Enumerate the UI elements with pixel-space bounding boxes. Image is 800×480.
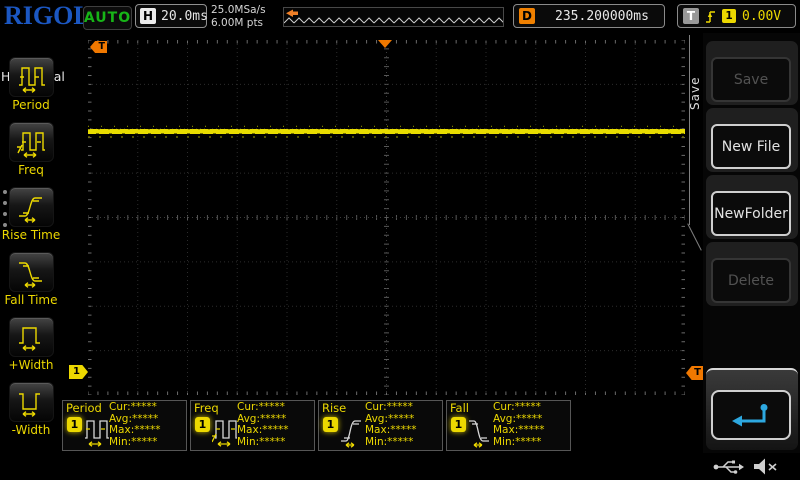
measurement-panel-period[interactable]: Period 1 Cur:***** Avg:***** Max:***** M… bbox=[62, 400, 187, 451]
delay-value: 235.200000ms bbox=[545, 9, 659, 24]
memory-position-bar[interactable] bbox=[283, 7, 504, 27]
run-status-label: AUTO bbox=[84, 10, 131, 26]
measurement-values: Cur:***** Avg:***** Max:***** Min:***** bbox=[109, 402, 187, 449]
horizontal-delay-box[interactable]: D 235.200000ms bbox=[513, 4, 665, 28]
measure-item-freq-label: Freq bbox=[0, 163, 62, 177]
channel1-ground-marker[interactable]: 1 bbox=[69, 365, 88, 379]
rigol-logo: RIGOL bbox=[4, 1, 91, 31]
softkey-cell-new-file: New File bbox=[706, 108, 798, 172]
menu-tab-outline-notch bbox=[687, 223, 702, 250]
trigger-badge: T bbox=[683, 8, 699, 24]
usb-icon bbox=[712, 457, 746, 476]
memory-trigger-arrow-icon bbox=[285, 9, 299, 18]
top-status-bar: RIGOL AUTO H 20.0ms 25.0MSa/s 6.00M pts bbox=[0, 0, 800, 33]
trigger-source-badge: 1 bbox=[722, 9, 736, 23]
measure-item-period-label: Period bbox=[0, 98, 62, 112]
timebase-value: 20.0ms bbox=[161, 9, 208, 24]
channel1-waveform-trace bbox=[88, 129, 685, 134]
measurement-panel-fall[interactable]: Fall 1 Cur:***** Avg:***** Max:***** Min… bbox=[446, 400, 571, 451]
sample-rate: 25.0MSa/s bbox=[211, 4, 266, 17]
fall-time-icon bbox=[16, 256, 48, 288]
menu-tab-title: Save bbox=[688, 58, 703, 110]
delete-button[interactable]: Delete bbox=[711, 258, 791, 303]
measure-item-pos-width[interactable] bbox=[9, 317, 54, 357]
measurement-name: Fall bbox=[450, 401, 469, 415]
menu-page-dot bbox=[3, 223, 7, 227]
softkey-cell-save: Save bbox=[706, 41, 798, 105]
freq-icon bbox=[212, 412, 238, 450]
horizontal-badge: H bbox=[140, 8, 156, 24]
measure-item-period[interactable] bbox=[9, 57, 54, 97]
save-button[interactable]: Save bbox=[711, 57, 791, 102]
waveform-display-grid bbox=[88, 40, 685, 395]
delay-badge: D bbox=[519, 8, 535, 24]
menu-page-dot bbox=[3, 212, 7, 216]
waveform-preview-icon bbox=[284, 14, 503, 27]
menu-page-dot bbox=[3, 190, 7, 194]
measure-item-rise-time-label: Rise Time bbox=[0, 228, 62, 242]
acquisition-info: 25.0MSa/s 6.00M pts bbox=[211, 4, 266, 29]
oscilloscope-screen: RIGOL AUTO H 20.0ms 25.0MSa/s 6.00M pts bbox=[0, 0, 800, 480]
plus-width-icon bbox=[16, 321, 48, 353]
softkey-cell-delete: Delete bbox=[706, 242, 798, 306]
measurement-cur: Cur:***** bbox=[493, 402, 571, 414]
channel-status-bar: 1 18.2 V 2 5.00 V bbox=[0, 453, 800, 480]
horizontal-timebase-box[interactable]: H 20.0ms bbox=[135, 4, 207, 28]
measurement-channel-badge: 1 bbox=[67, 417, 82, 432]
speaker-muted-icon bbox=[752, 456, 779, 477]
measurement-channel-badge: 1 bbox=[323, 417, 338, 432]
measure-item-rise-time[interactable] bbox=[9, 187, 54, 227]
measure-item-fall-time[interactable] bbox=[9, 252, 54, 292]
run-status-badge: AUTO bbox=[83, 6, 132, 30]
measurement-min: Min:***** bbox=[237, 437, 315, 449]
measurement-cur: Cur:***** bbox=[109, 402, 187, 414]
measurement-min: Min:***** bbox=[109, 437, 187, 449]
measure-item-pos-width-label: +Width bbox=[0, 358, 62, 372]
measurement-min: Min:***** bbox=[493, 437, 571, 449]
measurement-values: Cur:***** Avg:***** Max:***** Min:***** bbox=[493, 402, 571, 449]
measurement-channel-badge: 1 bbox=[195, 417, 210, 432]
measurement-cur: Cur:***** bbox=[237, 402, 315, 414]
freq-icon bbox=[16, 126, 48, 158]
fall-icon bbox=[468, 412, 494, 450]
measure-item-freq[interactable] bbox=[9, 122, 54, 162]
measurement-panel-freq[interactable]: Freq 1 Cur:***** Avg:***** Max:***** Min… bbox=[190, 400, 315, 451]
memory-depth: 6.00M pts bbox=[211, 17, 266, 30]
trigger-position-marker[interactable] bbox=[378, 40, 392, 48]
new-folder-button[interactable]: NewFolder bbox=[711, 191, 791, 236]
period-icon bbox=[16, 61, 48, 93]
measurement-cur: Cur:***** bbox=[365, 402, 443, 414]
trigger-level-value: 0.00V bbox=[742, 9, 781, 24]
trigger-status-box[interactable]: T 1 0.00V bbox=[677, 4, 796, 28]
left-measure-menu: Horizontal Period Freq Rise Time Fall Ti… bbox=[0, 33, 62, 453]
measure-item-neg-width-label: -Width bbox=[0, 423, 62, 437]
new-file-button[interactable]: New File bbox=[711, 124, 791, 169]
measurement-channel-badge: 1 bbox=[451, 417, 466, 432]
measure-item-fall-time-label: Fall Time bbox=[0, 293, 62, 307]
minus-width-icon bbox=[16, 386, 48, 418]
rising-edge-icon bbox=[705, 8, 716, 25]
menu-return-button[interactable] bbox=[711, 390, 791, 440]
softkey-cell-return bbox=[706, 368, 798, 450]
measurement-min: Min:***** bbox=[365, 437, 443, 449]
menu-page-dot bbox=[3, 201, 7, 205]
period-icon bbox=[84, 412, 110, 450]
measure-item-neg-width[interactable] bbox=[9, 382, 54, 422]
rise-icon bbox=[340, 412, 366, 450]
graticule-and-waveform bbox=[88, 40, 685, 395]
rise-time-icon bbox=[16, 191, 48, 223]
measurement-values: Cur:***** Avg:***** Max:***** Min:***** bbox=[237, 402, 315, 449]
measurement-values: Cur:***** Avg:***** Max:***** Min:***** bbox=[365, 402, 443, 449]
return-arrow-icon bbox=[728, 401, 774, 429]
measurement-panel-rise[interactable]: Rise 1 Cur:***** Avg:***** Max:***** Min… bbox=[318, 400, 443, 451]
softkey-cell-new-folder: NewFolder bbox=[706, 175, 798, 239]
